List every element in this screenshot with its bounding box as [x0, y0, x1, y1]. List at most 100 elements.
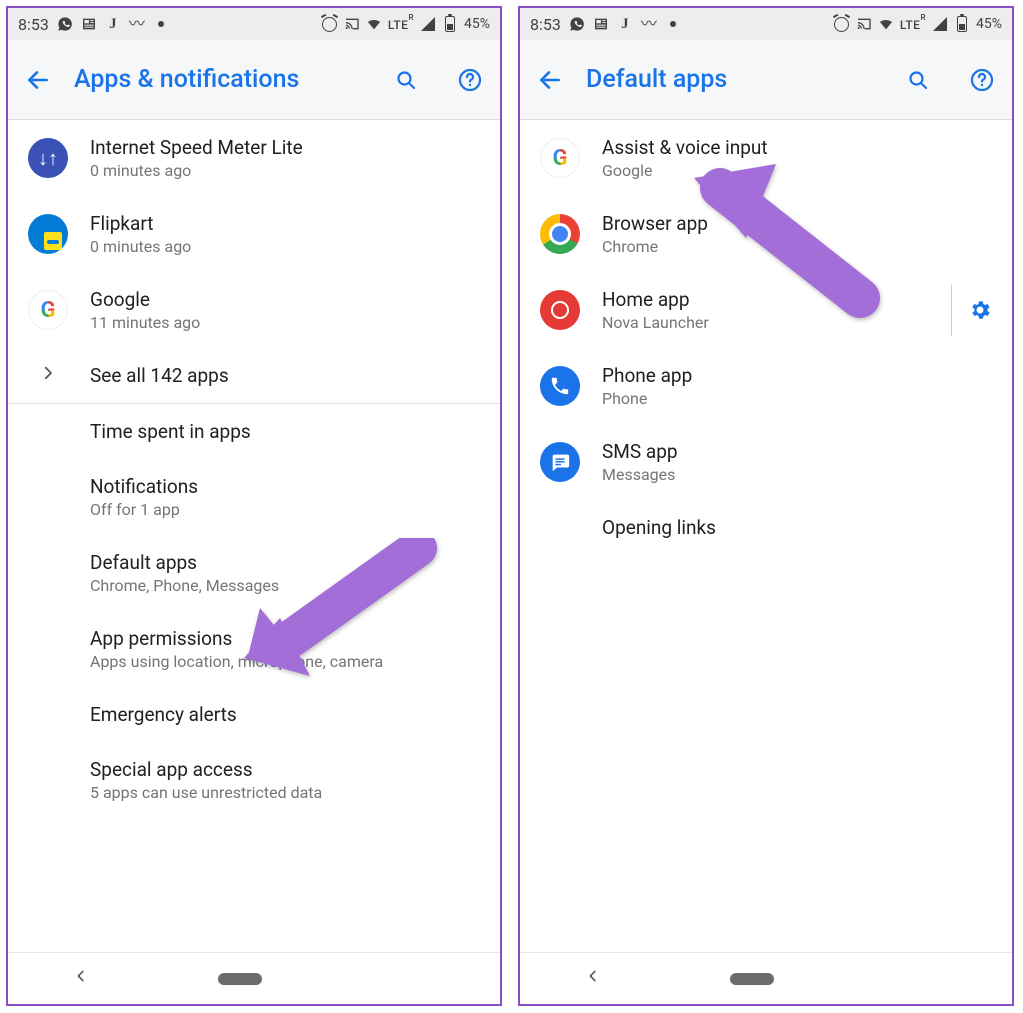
default-browser-row[interactable]: Browser app Chrome	[520, 196, 1012, 272]
setting-emergency-alerts[interactable]: Emergency alerts	[8, 687, 500, 742]
setting-sub: Nova Launcher	[602, 313, 992, 332]
mustache-icon: 〰	[641, 16, 657, 32]
nav-home-pill[interactable]	[218, 973, 262, 985]
setting-title: Emergency alerts	[90, 703, 480, 726]
app-icon-messages	[540, 442, 580, 482]
wifi-icon	[878, 16, 894, 32]
home-settings-gear-button[interactable]	[966, 296, 994, 324]
nav-back-button[interactable]	[73, 968, 89, 989]
signal-icon	[932, 16, 948, 32]
status-time: 8:53	[530, 15, 561, 34]
nav-back-button[interactable]	[585, 968, 601, 989]
j-icon: J	[617, 16, 633, 32]
status-bar: 8:53 J 〰 LTER 45%	[520, 8, 1012, 40]
mustache-icon: 〰	[129, 16, 145, 32]
setting-title: Phone app	[602, 364, 992, 387]
status-bar: 8:53 J 〰 LTER 45%	[8, 8, 500, 40]
whatsapp-icon	[569, 16, 585, 32]
app-icon-google: G	[540, 138, 580, 178]
setting-notifications[interactable]: Notifications Off for 1 app	[8, 459, 500, 535]
content-area: ↓↑ Internet Speed Meter Lite 0 minutes a…	[8, 120, 500, 952]
default-home-row[interactable]: Home app Nova Launcher	[520, 272, 1012, 348]
app-sub: 0 minutes ago	[90, 237, 480, 256]
setting-app-permissions[interactable]: App permissions Apps using location, mic…	[8, 611, 500, 687]
setting-title: Opening links	[602, 516, 992, 539]
setting-title: Browser app	[602, 212, 992, 235]
app-icon-google: G	[28, 290, 68, 330]
setting-title: SMS app	[602, 440, 992, 463]
network-lte: LTER	[900, 17, 926, 32]
setting-sub: 5 apps can use unrestricted data	[90, 783, 480, 802]
cast-icon	[856, 16, 872, 32]
dot-icon	[153, 16, 169, 32]
back-button[interactable]	[536, 66, 564, 94]
default-phone-row[interactable]: Phone app Phone	[520, 348, 1012, 424]
status-time: 8:53	[18, 15, 49, 34]
app-icon-chrome	[540, 214, 580, 254]
battery-percent: 45%	[976, 16, 1002, 32]
search-button[interactable]	[904, 66, 932, 94]
phone-left: 8:53 J 〰 LTER 45% Apps & notifications	[6, 6, 502, 1006]
content-area: G Assist & voice input Google Browser ap…	[520, 120, 1012, 952]
wifi-icon	[366, 16, 382, 32]
signal-icon	[420, 16, 436, 32]
app-name: Internet Speed Meter Lite	[90, 136, 480, 159]
network-lte: LTER	[388, 17, 414, 32]
setting-sub: Messages	[602, 465, 992, 484]
help-button[interactable]	[456, 66, 484, 94]
page-title: Default apps	[586, 65, 868, 94]
chevron-right-icon	[28, 364, 68, 387]
search-button[interactable]	[392, 66, 420, 94]
setting-title: Notifications	[90, 475, 480, 498]
battery-icon	[442, 16, 458, 32]
app-icon-ism: ↓↑	[28, 138, 68, 178]
back-button[interactable]	[24, 66, 52, 94]
whatsapp-icon	[57, 16, 73, 32]
setting-default-apps[interactable]: Default apps Chrome, Phone, Messages	[8, 535, 500, 611]
phone-right: 8:53 J 〰 LTER 45% Default apps	[518, 6, 1014, 1006]
divider	[951, 284, 952, 336]
page-title: Apps & notifications	[74, 65, 356, 94]
help-button[interactable]	[968, 66, 996, 94]
setting-title: Default apps	[90, 551, 480, 574]
setting-title: Special app access	[90, 758, 480, 781]
setting-sub: Off for 1 app	[90, 500, 480, 519]
recent-app-row[interactable]: Flipkart 0 minutes ago	[8, 196, 500, 272]
setting-sub: Apps using location, microphone, camera	[90, 652, 480, 671]
nav-home-pill[interactable]	[730, 973, 774, 985]
default-assist-row[interactable]: G Assist & voice input Google	[520, 120, 1012, 196]
setting-title: Home app	[602, 288, 992, 311]
app-name: Flipkart	[90, 212, 480, 235]
alarm-icon	[322, 16, 338, 32]
setting-sub: Phone	[602, 389, 992, 408]
cast-icon	[344, 16, 360, 32]
setting-sub: Google	[602, 161, 992, 180]
settings-header: Default apps	[520, 40, 1012, 120]
app-name: Google	[90, 288, 480, 311]
see-all-label: See all 142 apps	[90, 364, 480, 387]
see-all-apps-row[interactable]: See all 142 apps	[8, 348, 500, 403]
settings-header: Apps & notifications	[8, 40, 500, 120]
app-icon-phone	[540, 366, 580, 406]
app-sub: 11 minutes ago	[90, 313, 480, 332]
j-icon: J	[105, 16, 121, 32]
opening-links-row[interactable]: Opening links	[520, 500, 1012, 555]
newspaper-icon	[593, 16, 609, 32]
setting-title: Assist & voice input	[602, 136, 992, 159]
setting-sub: Chrome, Phone, Messages	[90, 576, 480, 595]
newspaper-icon	[81, 16, 97, 32]
recent-app-row[interactable]: ↓↑ Internet Speed Meter Lite 0 minutes a…	[8, 120, 500, 196]
nav-bar	[8, 952, 500, 1004]
dot-icon	[665, 16, 681, 32]
battery-icon	[954, 16, 970, 32]
default-sms-row[interactable]: SMS app Messages	[520, 424, 1012, 500]
setting-time-spent[interactable]: Time spent in apps	[8, 404, 500, 459]
app-sub: 0 minutes ago	[90, 161, 480, 180]
setting-sub: Chrome	[602, 237, 992, 256]
alarm-icon	[834, 16, 850, 32]
setting-title: Time spent in apps	[90, 420, 480, 443]
app-icon-nova	[540, 290, 580, 330]
setting-special-app-access[interactable]: Special app access 5 apps can use unrest…	[8, 742, 500, 818]
recent-app-row[interactable]: G Google 11 minutes ago	[8, 272, 500, 348]
nav-bar	[520, 952, 1012, 1004]
